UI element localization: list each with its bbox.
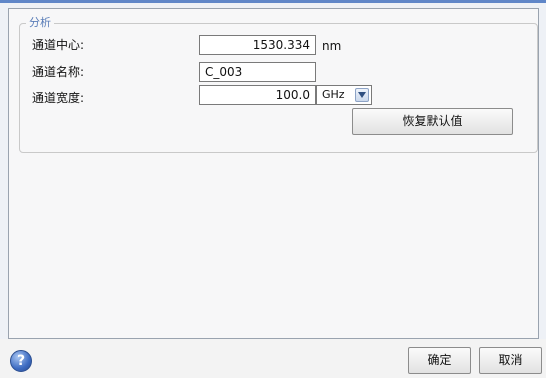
ok-button[interactable]: 确定 — [408, 347, 471, 374]
channel-center-label: 通道中心: — [32, 38, 85, 52]
channel-name-label: 通道名称: — [32, 65, 85, 79]
help-icon[interactable]: ? — [10, 350, 32, 372]
main-panel: 分析 通道中心: 1530.334 nm 通道名称: C_003 通道宽度: 1… — [8, 8, 539, 339]
channel-center-input[interactable]: 1530.334 — [199, 35, 316, 55]
channel-name-input[interactable]: C_003 — [199, 62, 316, 82]
channel-width-unit-select[interactable]: GHz — [316, 85, 372, 105]
channel-width-input[interactable]: 100.0 — [199, 85, 316, 105]
channel-width-unit-value: GHz — [322, 88, 345, 101]
cancel-button[interactable]: 取消 — [479, 347, 542, 374]
channel-center-unit: nm — [322, 39, 342, 53]
group-title: 分析 — [26, 16, 54, 30]
channel-width-label: 通道宽度: — [32, 91, 85, 105]
window-top-accent — [0, 0, 546, 3]
chevron-down-icon[interactable] — [355, 88, 369, 102]
restore-default-button[interactable]: 恢复默认值 — [352, 108, 513, 135]
